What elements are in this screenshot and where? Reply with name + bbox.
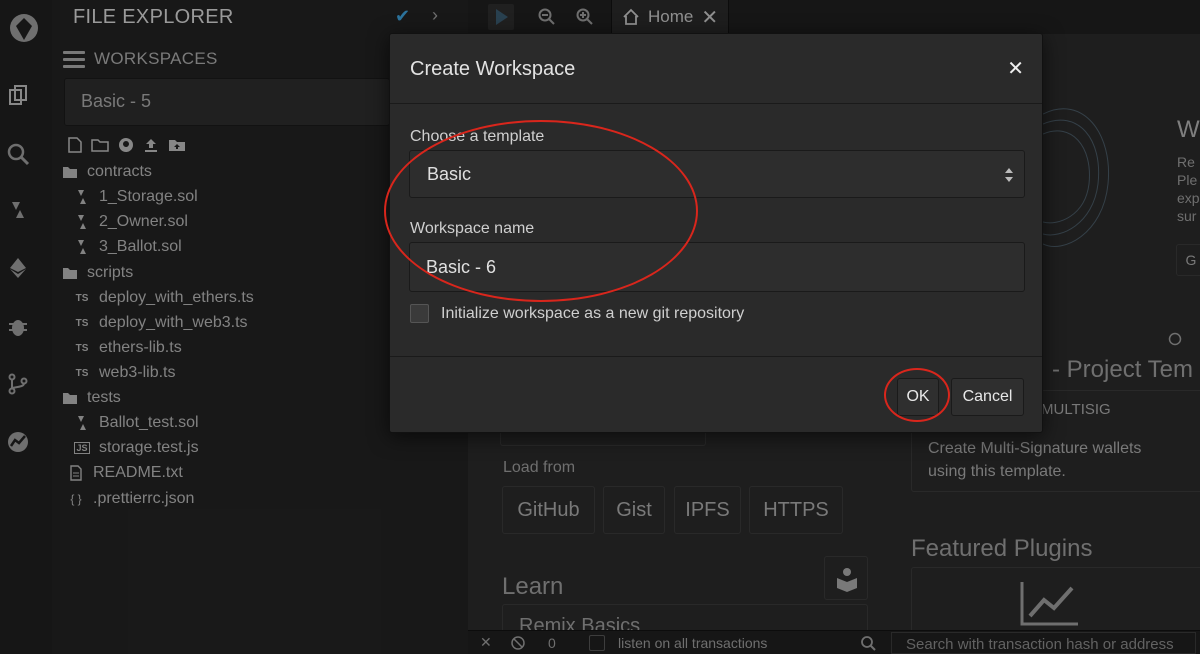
select-arrows-icon [1005,168,1013,182]
modal-title: Create Workspace [410,58,576,80]
git-init-label: Initialize workspace as a new git reposi… [441,304,745,322]
modal-footer: OK Cancel [390,356,1042,432]
create-workspace-modal: Create Workspace ✕ Choose a template Bas… [389,33,1043,433]
git-init-checkbox[interactable] [410,304,429,323]
template-label: Choose a template [410,128,545,145]
modal-header: Create Workspace ✕ [390,34,1042,104]
cancel-button[interactable]: Cancel [951,378,1024,416]
template-select[interactable]: Basic [409,150,1025,198]
workspace-name-input[interactable]: Basic - 6 [409,242,1025,292]
git-init-row: Initialize workspace as a new git reposi… [410,304,744,323]
workspace-name-label: Workspace name [410,220,535,237]
close-icon[interactable]: ✕ [1007,56,1024,81]
template-select-value: Basic [427,164,472,184]
ok-button[interactable]: OK [897,378,939,416]
